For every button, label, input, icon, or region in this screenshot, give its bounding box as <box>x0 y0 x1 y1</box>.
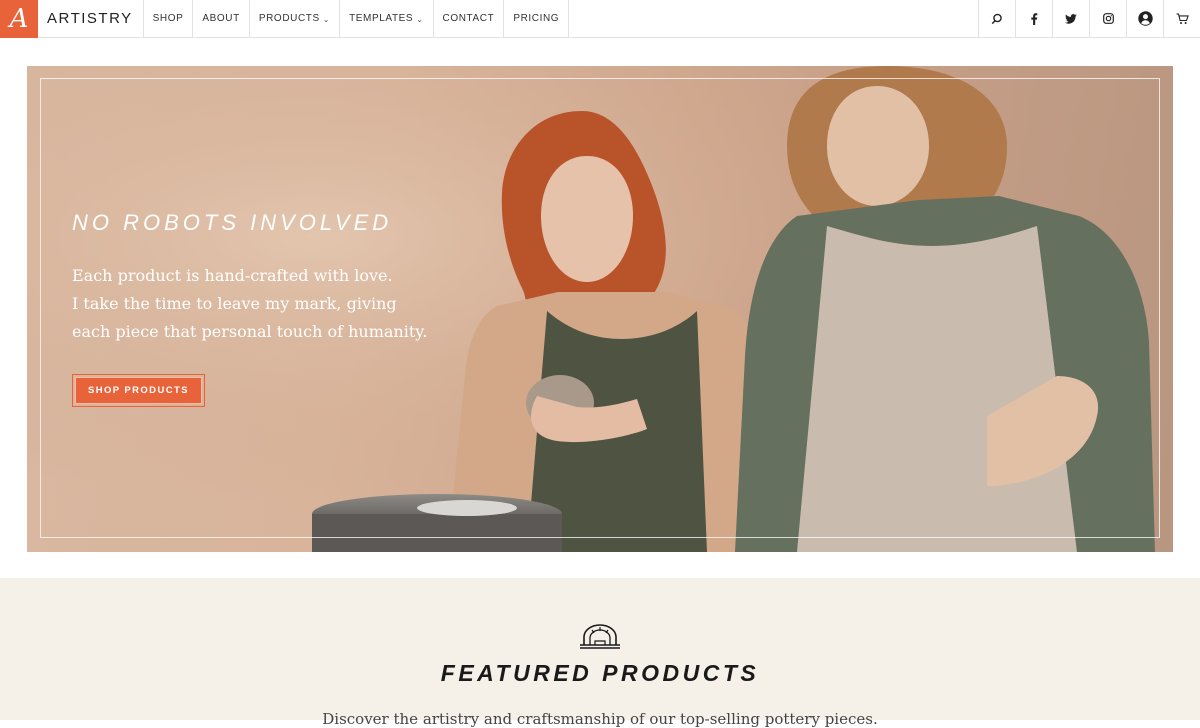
shop-products-button[interactable]: SHOP PRODUCTS <box>72 374 205 407</box>
featured-section: FEATURED PRODUCTS Discover the artistry … <box>0 578 1200 728</box>
nav-item-contact[interactable]: CONTACT <box>434 0 505 37</box>
nav-item-shop[interactable]: SHOP <box>144 0 194 37</box>
kiln-icon <box>580 624 620 649</box>
shop-products-label: SHOP PRODUCTS <box>75 377 202 404</box>
hero-line: Each product is hand-crafted with love. <box>72 266 393 285</box>
cart-icon[interactable] <box>1163 0 1200 37</box>
site-header: A ARTISTRY SHOP ABOUT PRODUCTS ⌄ TEMPLAT… <box>0 0 1200 38</box>
nav-item-templates[interactable]: TEMPLATES ⌄ <box>340 0 434 37</box>
facebook-icon[interactable] <box>1015 0 1052 37</box>
hero-copy: NO ROBOTS INVOLVED Each product is hand-… <box>72 210 452 407</box>
nav-item-label: PRICING <box>513 13 560 24</box>
featured-subtitle: Discover the artistry and craftsmanship … <box>322 710 878 728</box>
twitter-icon[interactable] <box>1052 0 1089 37</box>
hero-description: Each product is hand-crafted with love. … <box>72 262 452 346</box>
chevron-down-icon: ⌄ <box>322 14 331 24</box>
chevron-down-icon: ⌄ <box>416 14 424 24</box>
nav-item-label: PRODUCTS <box>258 13 320 24</box>
nav-item-label: SHOP <box>152 13 184 24</box>
featured-title: FEATURED PRODUCTS <box>440 660 760 686</box>
search-icon[interactable] <box>978 0 1015 37</box>
nav-item-label: ABOUT <box>202 13 240 24</box>
hero-banner: NO ROBOTS INVOLVED Each product is hand-… <box>27 66 1173 552</box>
logo-mark[interactable]: A <box>0 0 38 38</box>
nav-item-label: CONTACT <box>442 13 495 24</box>
account-icon[interactable] <box>1126 0 1163 37</box>
header-icons <box>978 0 1200 37</box>
main-nav: SHOP ABOUT PRODUCTS ⌄ TEMPLATES ⌄ CONTAC… <box>144 0 570 37</box>
hero-line: each piece that personal touch of humani… <box>72 322 428 341</box>
nav-item-label: TEMPLATES <box>349 13 414 24</box>
brand-name[interactable]: ARTISTRY <box>38 0 144 37</box>
nav-item-products[interactable]: PRODUCTS ⌄ <box>250 0 341 37</box>
nav-item-pricing[interactable]: PRICING <box>504 0 570 37</box>
hero-line: I take the time to leave my mark, giving <box>72 294 397 313</box>
instagram-icon[interactable] <box>1089 0 1126 37</box>
nav-item-about[interactable]: ABOUT <box>193 0 250 37</box>
hero-title: NO ROBOTS INVOLVED <box>72 210 393 235</box>
